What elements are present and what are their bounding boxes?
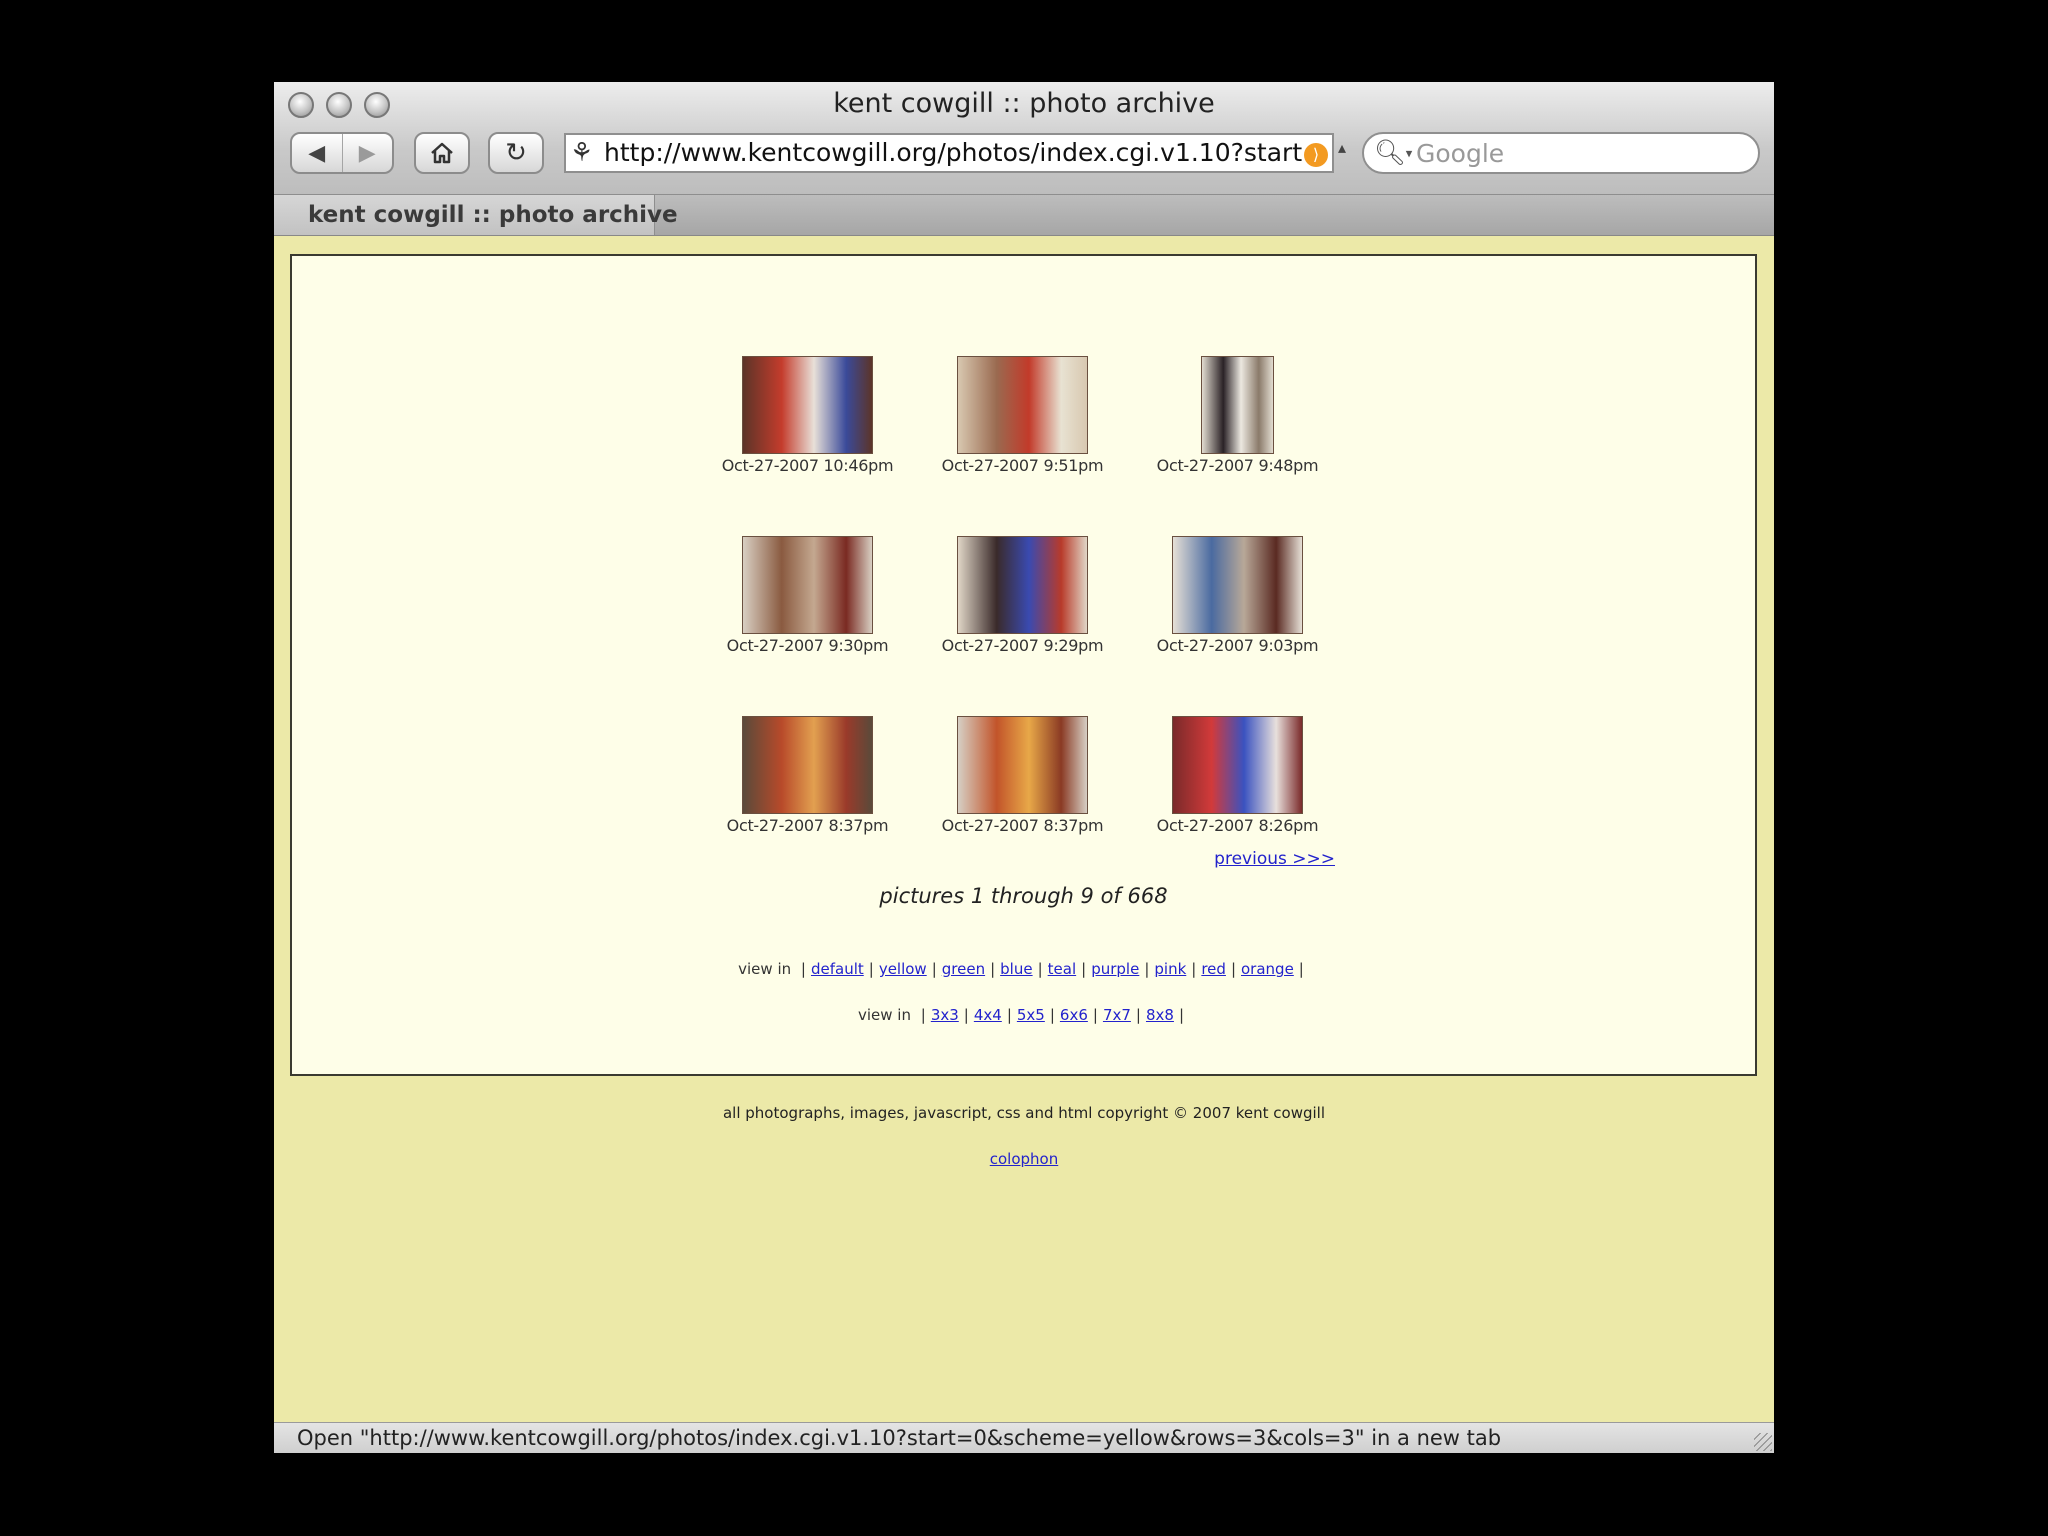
photo-caption: Oct-27-2007 8:26pm xyxy=(1156,816,1319,835)
photo-item[interactable]: Oct-27-2007 9:51pm xyxy=(915,356,1130,536)
link-separator: | xyxy=(1006,1006,1012,1024)
photo-caption: Oct-27-2007 9:29pm xyxy=(941,636,1104,655)
grid-size-link-3x3[interactable]: 3x3 xyxy=(931,1006,959,1024)
link-separator: | xyxy=(1081,960,1087,978)
photo-thumbnail[interactable] xyxy=(742,356,873,454)
scheme-link-yellow[interactable]: yellow xyxy=(879,960,927,978)
address-dropdown-icon[interactable]: ▴ xyxy=(1338,138,1346,157)
copyright-notice: all photographs, images, javascript, css… xyxy=(722,1104,1326,1122)
photo-caption: Oct-27-2007 9:03pm xyxy=(1156,636,1319,655)
link-separator: | xyxy=(868,960,874,978)
photo-thumbnail[interactable] xyxy=(1201,356,1274,454)
colophon-link[interactable]: colophon xyxy=(990,1150,1058,1168)
tab-bar: kent cowgill :: photo archive xyxy=(274,195,1774,236)
scheme-link-green[interactable]: green xyxy=(942,960,985,978)
scheme-link-red[interactable]: red xyxy=(1201,960,1226,978)
reload-button[interactable]: ↻ xyxy=(488,132,544,174)
scheme-link-pink[interactable]: pink xyxy=(1154,960,1186,978)
site-favicon-icon: ⚘ xyxy=(570,138,594,168)
grid-size-link-4x4[interactable]: 4x4 xyxy=(974,1006,1002,1024)
rss-go-icon[interactable]: ⟩ xyxy=(1304,143,1328,167)
photo-thumbnail[interactable] xyxy=(742,716,873,814)
picture-count: pictures 1 through 9 of 668 xyxy=(879,884,1168,908)
search-input[interactable] xyxy=(1416,139,1736,167)
photo-thumbnail[interactable] xyxy=(1172,716,1303,814)
photo-item[interactable]: Oct-27-2007 9:48pm xyxy=(1130,356,1345,536)
previous-link[interactable]: previous >>> xyxy=(1214,849,1335,869)
address-bar[interactable]: ⚘ http://www.kentcowgill.org/photos/inde… xyxy=(564,133,1334,173)
link-separator: | xyxy=(1135,1006,1141,1024)
back-forward-buttons: ◀ ▶ xyxy=(290,132,394,174)
photo-caption: Oct-27-2007 8:37pm xyxy=(726,816,889,835)
photo-thumbnail[interactable] xyxy=(957,356,1088,454)
photo-item[interactable]: Oct-27-2007 9:29pm xyxy=(915,536,1130,716)
link-separator: | xyxy=(1298,960,1304,978)
color-scheme-links: view in | default | yellow | green | blue | teal |… xyxy=(292,960,1755,978)
resize-grip-icon[interactable] xyxy=(1754,1433,1772,1451)
search-icon[interactable]: 🔍︎▾ xyxy=(1374,138,1412,168)
photo-thumbnail[interactable] xyxy=(957,536,1088,634)
browser-window: kent cowgill :: photo archive ◀ ▶ ↻ ⚘ ht… xyxy=(274,82,1774,1453)
link-separator: | xyxy=(931,960,937,978)
photo-caption: Oct-27-2007 8:37pm xyxy=(941,816,1104,835)
color-scheme-label: view in xyxy=(738,960,792,978)
link-separator: | xyxy=(963,1006,969,1024)
link-separator: | xyxy=(1037,960,1043,978)
back-arrow-icon: ◀ xyxy=(308,140,326,166)
link-separator: | xyxy=(1049,1006,1055,1024)
forward-button[interactable]: ▶ xyxy=(341,134,393,172)
photo-caption: Oct-27-2007 9:30pm xyxy=(726,636,889,655)
home-button[interactable] xyxy=(414,132,470,174)
grid-size-link-7x7[interactable]: 7x7 xyxy=(1103,1006,1131,1024)
link-separator: | xyxy=(1092,1006,1098,1024)
link-separator: | xyxy=(990,960,996,978)
photo-grid: Oct-27-2007 10:46pm Oct-27-2007 9:51pm Oct… xyxy=(700,356,1345,896)
grid-size-link-6x6[interactable]: 6x6 xyxy=(1060,1006,1088,1024)
scheme-link-purple[interactable]: purple xyxy=(1091,960,1139,978)
address-url[interactable]: http://www.kentcowgill.org/photos/index.… xyxy=(604,139,1302,167)
photo-item[interactable]: Oct-27-2007 8:26pm xyxy=(1130,716,1345,896)
page-content: Oct-27-2007 10:46pm Oct-27-2007 9:51pm Oct… xyxy=(290,254,1757,1076)
title-bar: kent cowgill :: photo archive ◀ ▶ ↻ ⚘ ht… xyxy=(274,82,1774,195)
reload-icon: ↻ xyxy=(505,138,527,168)
link-separator: | xyxy=(1191,960,1197,978)
photo-thumbnail[interactable] xyxy=(1172,536,1303,634)
link-separator: | xyxy=(920,1006,926,1024)
scheme-link-teal[interactable]: teal xyxy=(1048,960,1076,978)
search-field[interactable]: 🔍︎▾ xyxy=(1362,132,1760,174)
photo-item[interactable]: Oct-27-2007 8:37pm xyxy=(915,716,1130,896)
photo-thumbnail[interactable] xyxy=(957,716,1088,814)
photo-caption: Oct-27-2007 10:46pm xyxy=(721,456,894,475)
photo-thumbnail[interactable] xyxy=(742,536,873,634)
photo-caption: Oct-27-2007 9:51pm xyxy=(941,456,1104,475)
photo-caption: Oct-27-2007 9:48pm xyxy=(1156,456,1319,475)
home-icon xyxy=(431,142,453,164)
back-button[interactable]: ◀ xyxy=(292,134,342,172)
link-separator: | xyxy=(1230,960,1236,978)
window-title: kent cowgill :: photo archive xyxy=(833,88,1215,119)
status-text: Open "http://www.kentcowgill.org/photos/… xyxy=(297,1426,1502,1450)
link-separator: | xyxy=(1178,1006,1184,1024)
colophon: colophon xyxy=(274,1150,1774,1168)
photo-item[interactable]: Oct-27-2007 9:03pm xyxy=(1130,536,1345,716)
forward-arrow-icon: ▶ xyxy=(358,140,376,166)
tab-label: kent cowgill :: photo archive xyxy=(308,202,678,228)
grid-size-link-8x8[interactable]: 8x8 xyxy=(1146,1006,1174,1024)
scheme-link-orange[interactable]: orange xyxy=(1241,960,1294,978)
photo-item[interactable]: Oct-27-2007 8:37pm xyxy=(700,716,915,896)
link-separator: | xyxy=(1144,960,1150,978)
status-bar: Open "http://www.kentcowgill.org/photos/… xyxy=(274,1422,1774,1453)
grid-size-links: view in | 3x3 | 4x4 | 5x5 | 6x6 | 7x7 | 8x8 | xyxy=(292,1006,1755,1024)
photo-item[interactable]: Oct-27-2007 9:30pm xyxy=(700,536,915,716)
scheme-link-blue[interactable]: blue xyxy=(1000,960,1032,978)
grid-size-label: view in xyxy=(857,1006,911,1024)
photo-item[interactable]: Oct-27-2007 10:46pm xyxy=(700,356,915,536)
scheme-link-default[interactable]: default xyxy=(811,960,864,978)
grid-size-link-5x5[interactable]: 5x5 xyxy=(1017,1006,1045,1024)
tab-photo-archive[interactable]: kent cowgill :: photo archive xyxy=(274,195,678,235)
link-separator: | xyxy=(800,960,806,978)
